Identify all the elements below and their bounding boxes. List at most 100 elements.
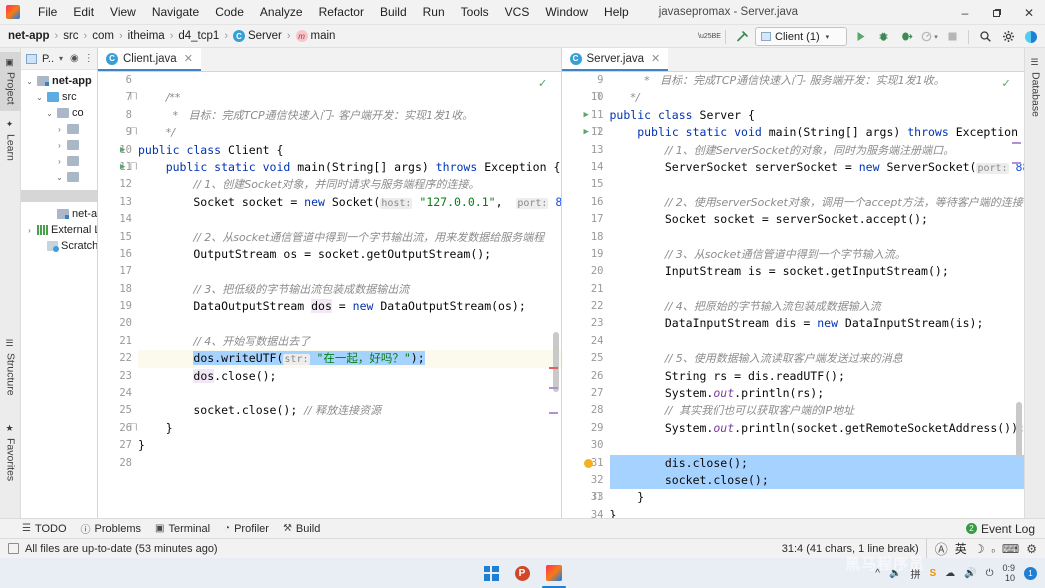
tool-window-profiler[interactable]: ◔ Profiler xyxy=(224,523,269,535)
code-line[interactable]: Socket socket = new Socket(host: "127.0.… xyxy=(138,194,561,211)
code-line[interactable] xyxy=(138,455,561,472)
menu-item-window[interactable]: Window xyxy=(537,3,596,21)
sidebar-item-structure[interactable]: ☰ Structure xyxy=(0,333,21,402)
project-tree[interactable]: ⌄ net-app ⌄ src ⌄ co › › › ⌄ xyxy=(21,70,97,185)
code-line[interactable] xyxy=(138,263,561,280)
powerpoint-icon[interactable]: P xyxy=(514,565,530,581)
code-line[interactable] xyxy=(610,176,1025,193)
code-line[interactable]: } xyxy=(138,420,561,437)
breadcrumb-item-main[interactable]: m main xyxy=(295,30,335,42)
search-everywhere-button[interactable] xyxy=(975,27,995,47)
tree-node[interactable]: › xyxy=(21,121,97,137)
menu-item-view[interactable]: View xyxy=(102,3,144,21)
code-line[interactable] xyxy=(610,229,1025,246)
code-line[interactable]: public static void main(String[] args) t… xyxy=(138,159,561,176)
tray-sogou-icon[interactable]: S xyxy=(929,568,936,579)
source-code-server[interactable]: * 目标：完成TCP通信快速入门- 服务端开发：实现1发1收。 */public… xyxy=(608,72,1025,518)
notification-badge[interactable]: 1 xyxy=(1024,566,1037,580)
user-avatar-button[interactable]: \u25BE xyxy=(698,27,721,47)
change-marker-2[interactable] xyxy=(548,412,558,414)
code-line[interactable]: // 1、创建Socket对象，并同时请求与服务端程序的连接。 xyxy=(138,176,561,193)
code-line[interactable]: socket.close(); // 释放连接资源 xyxy=(138,402,561,419)
tray-expand-icon[interactable]: ^ xyxy=(875,568,880,579)
tray-network-icon[interactable]: ☁ xyxy=(945,568,955,579)
code-line[interactable]: // 3、把低级的字节输出流包装成数据输出流 xyxy=(138,281,561,298)
chevron-icon[interactable]: › xyxy=(55,141,64,150)
breadcrumb-item-itheima[interactable]: itheima xyxy=(128,30,165,42)
ime-keyboard-icon[interactable]: ⌨ xyxy=(1002,542,1019,556)
tray-ime-icon[interactable]: 拼 xyxy=(910,566,920,581)
tab-server-java[interactable]: C Server.java ✕ xyxy=(561,48,669,71)
code-line[interactable]: } xyxy=(610,489,1025,506)
tray-clock[interactable]: 0:9 10 xyxy=(1002,563,1015,583)
code-line[interactable] xyxy=(610,281,1025,298)
profile-button[interactable]: ▾ xyxy=(919,27,939,47)
tray-battery-icon[interactable]: ⏻ xyxy=(986,568,994,579)
tree-node[interactable]: ⌄ net-app xyxy=(21,73,97,89)
more-options-icon[interactable]: ⋮ xyxy=(84,53,94,64)
code-line[interactable]: public class Client { xyxy=(138,142,561,159)
windows-start-icon[interactable] xyxy=(483,565,499,581)
code-line[interactable] xyxy=(610,437,1025,454)
chevron-icon[interactable]: ⌄ xyxy=(45,109,54,118)
build-hammer-button[interactable] xyxy=(732,27,752,47)
code-fold-icon[interactable]: ⨅ xyxy=(594,489,601,506)
tree-node[interactable]: Scratches xyxy=(21,238,97,254)
code-line[interactable]: public static void main(String[] args) t… xyxy=(610,124,1025,141)
tree-node[interactable]: › External L xyxy=(21,222,97,238)
code-area-client[interactable]: 6 7 ⨅ 8 9 ⨅ 10 ▶ 11 ▶ ⨅ 12 13 14 15 16 17 18 19 20 21 22 23 24 2… xyxy=(98,72,561,518)
sidebar-item-learn[interactable]: ✦ Learn xyxy=(0,114,21,167)
ime-sub-icon[interactable]: ₒ xyxy=(992,544,995,554)
tab-client-java[interactable]: C Client.java ✕ xyxy=(98,48,201,71)
tree-node[interactable]: › xyxy=(21,153,97,169)
intellij-icon[interactable] xyxy=(541,565,566,588)
menu-item-run[interactable]: Run xyxy=(415,3,453,21)
code-line[interactable]: socket.close(); xyxy=(609,471,1024,490)
chevron-icon[interactable]: ⌄ xyxy=(35,93,44,102)
close-icon[interactable]: ✕ xyxy=(651,52,660,65)
close-button[interactable]: ✕ xyxy=(1013,0,1045,25)
code-line[interactable]: // 4、把原始的字节输入流包装成数据输入流 xyxy=(610,298,1025,315)
menu-item-analyze[interactable]: Analyze xyxy=(252,3,311,21)
code-line[interactable]: DataInputStream dis = new DataInputStrea… xyxy=(610,315,1025,332)
code-line[interactable]: } xyxy=(138,437,561,454)
minimize-button[interactable]: – xyxy=(949,0,981,25)
change-marker[interactable] xyxy=(548,387,558,389)
code-line[interactable] xyxy=(138,211,561,228)
code-line[interactable]: } xyxy=(610,507,1025,518)
sidebar-item-favorites[interactable]: ★ Favorites xyxy=(0,418,21,487)
tree-node[interactable]: net-ap xyxy=(21,206,97,222)
code-line[interactable]: String rs = dis.readUTF(); xyxy=(610,368,1025,385)
code-line[interactable]: OutputStream os = socket.getOutputStream… xyxy=(138,246,561,263)
chevron-icon[interactable]: › xyxy=(55,157,64,166)
code-line[interactable]: */ xyxy=(610,89,1025,106)
ime-mode-icon[interactable]: Ⓐ xyxy=(935,539,948,558)
tray-mic-icon[interactable]: 🔈 xyxy=(889,568,901,579)
close-icon[interactable]: ✕ xyxy=(184,52,193,65)
updates-button[interactable] xyxy=(1021,27,1041,47)
menu-item-file[interactable]: File xyxy=(30,3,65,21)
code-line[interactable]: DataOutputStream dos = new DataOutputStr… xyxy=(138,298,561,315)
chevron-icon[interactable]: ⌄ xyxy=(25,77,34,86)
editor-scrollbar-right[interactable] xyxy=(1016,402,1022,457)
run-gutter-icon[interactable]: ▶ xyxy=(584,124,589,141)
run-button[interactable] xyxy=(850,27,870,47)
menu-item-help[interactable]: Help xyxy=(596,3,637,21)
run-configuration-selector[interactable]: Client (1) ▾ xyxy=(755,27,847,46)
change-marker-r2[interactable] xyxy=(1012,162,1021,164)
error-marker[interactable] xyxy=(548,367,558,369)
code-line[interactable] xyxy=(610,333,1025,350)
menu-item-vcs[interactable]: VCS xyxy=(497,3,538,21)
chevron-icon[interactable]: › xyxy=(25,226,34,235)
menu-item-refactor[interactable]: Refactor xyxy=(311,3,372,21)
ime-moon-icon[interactable]: ☽ xyxy=(974,542,985,556)
filter-chevron-icon[interactable]: ▾ xyxy=(59,54,63,63)
menu-item-edit[interactable]: Edit xyxy=(65,3,102,21)
code-line[interactable]: dis.close(); xyxy=(609,454,1024,472)
intention-bulb-icon[interactable] xyxy=(583,458,593,468)
tree-node[interactable]: › xyxy=(21,137,97,153)
event-log-button[interactable]: 2 Event Log xyxy=(965,522,1035,536)
menu-item-code[interactable]: Code xyxy=(207,3,252,21)
code-line[interactable] xyxy=(138,385,561,402)
breadcrumb-item-net-app[interactable]: net-app xyxy=(8,30,50,42)
